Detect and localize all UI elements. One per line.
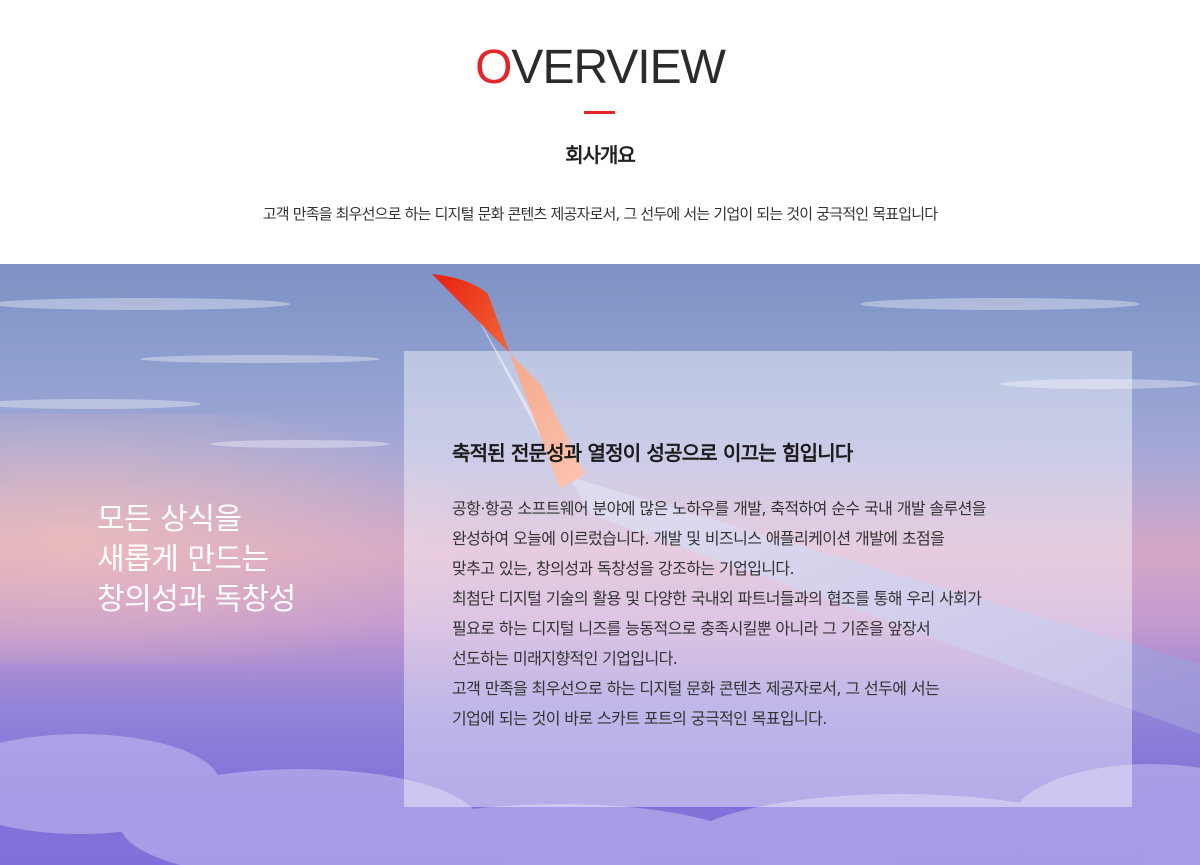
hero-heading-line: 모든 상식을	[97, 502, 242, 537]
hero-heading: 모든 상식을 새롭게 만드는 창의성과 독창성	[97, 500, 397, 620]
card-line: 필요로 하는 디지털 니즈를 능동적으로 충족시킬뿐 아니라 그 기준을 앞장서	[452, 619, 931, 638]
overview-tagline: 고객 만족을 최우선으로 하는 디지털 문화 콘텐츠 제공자로서, 그 선두에 …	[262, 205, 938, 223]
title-divider	[584, 111, 615, 114]
overview-section: OVERVIEW 회사개요 고객 만족을 최우선으로 하는 디지털 문화 콘텐츠…	[0, 0, 1200, 264]
intro-card: 축적된 전문성과 열정이 성공으로 이끄는 힘입니다 공항·항공 소프트웨어 분…	[404, 351, 1132, 807]
card-line: 맞추고 있는, 창의성과 독창성을 강조하는 기업입니다.	[452, 559, 795, 578]
card-line: 고객 만족을 최우선으로 하는 디지털 문화 콘텐츠 제공자로서, 그 선두에 …	[452, 679, 940, 698]
title-rest: VERVIEW	[511, 41, 725, 94]
card-line: 공항·항공 소프트웨어 분야에 많은 노하우를 개발, 축적하여 순수 국내 개…	[452, 499, 987, 518]
overview-subtitle: 회사개요	[565, 143, 636, 167]
hero-heading-line: 새롭게 만드는	[97, 542, 269, 577]
card-line: 최첨단 디지털 기술의 활용 및 다양한 국내외 파트너들과의 협조를 통해 우…	[452, 589, 982, 608]
title-accent-letter: O	[475, 41, 512, 94]
card-line: 완성하여 오늘에 이르렀습니다. 개발 및 비즈니스 애플리케이션 개발에 초점…	[452, 529, 945, 548]
hero-heading-line: 창의성과 독창성	[97, 582, 296, 617]
card-title: 축적된 전문성과 열정이 성공으로 이끄는 힘입니다	[452, 441, 853, 465]
card-body: 공항·항공 소프트웨어 분야에 많은 노하우를 개발, 축적하여 순수 국내 개…	[452, 494, 1112, 734]
card-line: 기업에 되는 것이 바로 스카트 포트의 궁극적인 목표입니다.	[452, 709, 827, 728]
card-line: 선도하는 미래지향적인 기업입니다.	[452, 649, 678, 668]
hero-banner: 모든 상식을 새롭게 만드는 창의성과 독창성 축적된 전문성과 열정이 성공으…	[0, 264, 1200, 865]
overview-title: OVERVIEW	[0, 40, 1200, 96]
